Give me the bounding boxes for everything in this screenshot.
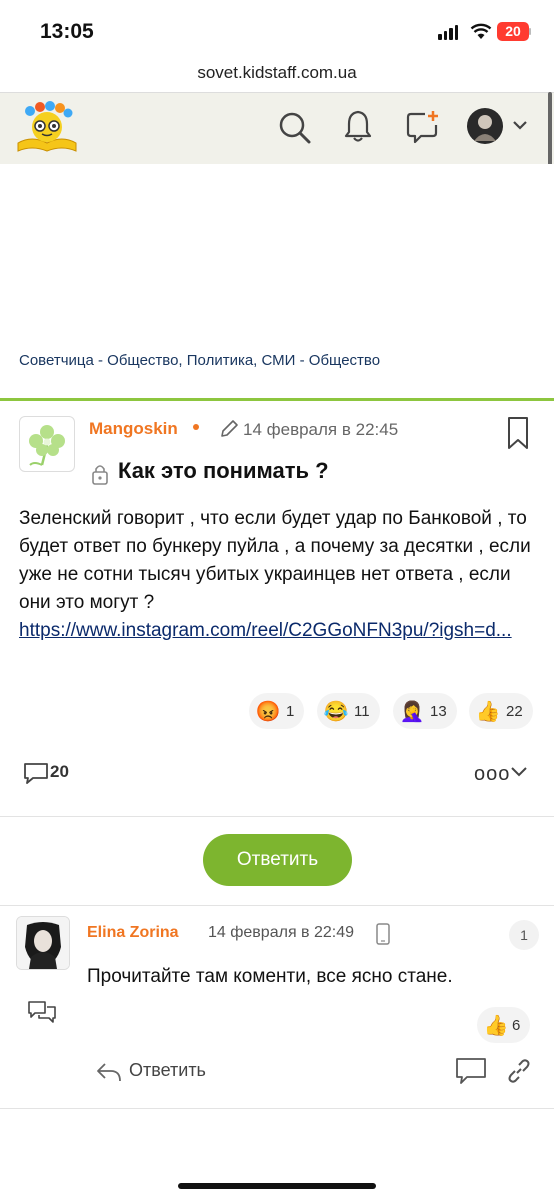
thumbs-up-icon: 👍	[475, 700, 501, 723]
comment-author-avatar[interactable]	[16, 916, 70, 970]
cellular-signal-icon	[438, 25, 458, 40]
post-body-text: Зеленский говорит , что если будет удар …	[19, 508, 531, 613]
battery-tip	[529, 28, 531, 35]
reply-button[interactable]: Ответить	[203, 834, 352, 886]
notifications-bell-icon[interactable]	[343, 109, 373, 143]
edit-pencil-icon	[221, 420, 238, 437]
quote-reply-icon[interactable]	[27, 1000, 57, 1026]
ad-placeholder	[0, 164, 554, 344]
angry-face-icon: 😡	[255, 700, 281, 723]
divider	[0, 905, 554, 906]
new-post-icon[interactable]	[405, 109, 441, 145]
reaction-thumbs-up[interactable]: 👍 22	[469, 693, 533, 729]
search-icon[interactable]	[278, 111, 312, 145]
mobile-phone-icon	[376, 923, 390, 945]
user-avatar[interactable]	[466, 107, 504, 145]
reply-arrow-icon[interactable]	[95, 1061, 123, 1083]
clover-icon	[29, 425, 65, 466]
comment-number-badge[interactable]: 1	[509, 920, 539, 950]
reaction-count: 11	[354, 702, 370, 720]
divider	[0, 1108, 554, 1109]
wifi-icon	[470, 23, 492, 39]
site-header	[0, 92, 554, 165]
comment-reply-link[interactable]: Ответить	[129, 1060, 206, 1081]
home-indicator[interactable]	[178, 1183, 376, 1189]
post-link[interactable]: https://www.instagram.com/reel/C2GGoNFN3…	[19, 620, 512, 641]
post-author-avatar[interactable]	[19, 416, 75, 472]
reaction-angry[interactable]: 😡 1	[249, 693, 305, 729]
comment-text: Прочитайте там коменти, все ясно стане.	[87, 966, 453, 987]
facepalm-icon: 🤦‍♀️	[399, 700, 425, 723]
reaction-count: 13	[430, 702, 447, 720]
post-body: Зеленский говорит , что если будет удар …	[19, 505, 543, 645]
reaction-count: 1	[286, 702, 295, 720]
comment-bubble-icon[interactable]	[23, 761, 49, 785]
reaction-count: 22	[506, 702, 523, 720]
comment-like-reaction[interactable]: 👍 6	[477, 1007, 531, 1043]
browser-url[interactable]: sovet.kidstaff.com.ua	[0, 63, 554, 83]
post-date: 14 февраля в 22:45	[243, 420, 399, 439]
status-time: 13:05	[40, 20, 94, 43]
post-author-name[interactable]: Mangoskin	[89, 419, 178, 439]
section-divider	[0, 398, 554, 401]
comment-date: 14 февраля в 22:49	[208, 924, 355, 941]
comment-author-name[interactable]: Elina Zorina	[87, 924, 179, 942]
reaction-laughing[interactable]: 😂 11	[317, 693, 380, 729]
thumbs-up-icon: 👍	[483, 1014, 509, 1037]
breadcrumb[interactable]: Советчица - Общество, Политика, СМИ - Об…	[19, 352, 380, 369]
avatar-image	[17, 917, 69, 969]
more-options-icon[interactable]: ooo	[474, 763, 510, 786]
chevron-down-icon[interactable]	[510, 766, 528, 778]
bookmark-icon[interactable]	[506, 416, 530, 450]
reaction-facepalm[interactable]: 🤦‍♀️ 13	[393, 693, 457, 729]
divider	[0, 816, 554, 817]
site-logo-icon[interactable]	[14, 99, 80, 155]
link-icon[interactable]	[506, 1058, 532, 1084]
comment-count[interactable]: 20	[50, 762, 69, 782]
quote-icon[interactable]	[455, 1057, 487, 1085]
like-count: 6	[512, 1016, 521, 1034]
post-title: Как это понимать ?	[118, 458, 329, 483]
chevron-down-icon[interactable]	[512, 119, 528, 131]
laughing-face-icon: 😂	[323, 700, 349, 723]
lock-icon	[92, 465, 108, 485]
battery-icon: 20	[497, 22, 529, 41]
online-indicator	[193, 424, 199, 430]
